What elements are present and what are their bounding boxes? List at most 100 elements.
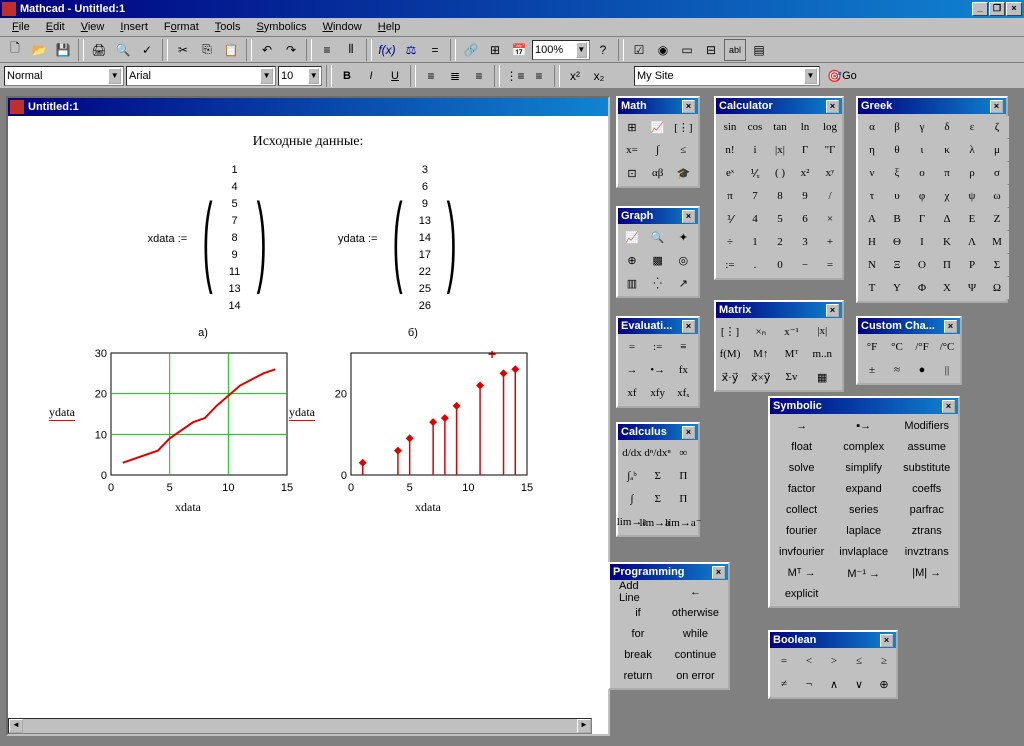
palette-button[interactable]: |x| bbox=[810, 320, 834, 342]
palette-button[interactable]: coeffs bbox=[896, 479, 957, 499]
palette-button[interactable]: ∫ₐᵇ bbox=[620, 465, 644, 487]
palette-button[interactable]: log bbox=[818, 116, 842, 138]
menu-view[interactable]: View bbox=[73, 19, 113, 35]
palette-button[interactable]: simplify bbox=[832, 458, 895, 478]
palette-button[interactable] bbox=[832, 584, 895, 604]
palette-button[interactable]: 3 bbox=[793, 231, 817, 253]
new-icon[interactable]: 🗋 bbox=[4, 39, 26, 61]
numbering-icon[interactable]: ≡ bbox=[528, 65, 550, 87]
palette-button[interactable]: eˣ bbox=[718, 162, 742, 184]
programming-icon[interactable]: ⊡ bbox=[620, 162, 644, 184]
close-icon[interactable]: × bbox=[682, 100, 695, 113]
close-icon[interactable]: × bbox=[942, 400, 955, 413]
palette-button[interactable]: ± bbox=[860, 359, 884, 381]
palette-button[interactable]: /°C bbox=[935, 336, 959, 358]
palette-button[interactable]: 0 bbox=[768, 254, 792, 276]
continue-button[interactable]: continue bbox=[665, 645, 726, 665]
palette-button[interactable]: = bbox=[620, 336, 644, 358]
palette-button[interactable]: ω bbox=[985, 185, 1009, 207]
palette-button[interactable]: κ bbox=[935, 139, 959, 161]
palette-button[interactable]: ι bbox=[910, 139, 934, 161]
palette-button[interactable]: M⁻¹ → bbox=[832, 563, 895, 583]
palette-button[interactable]: Ο bbox=[910, 254, 934, 276]
date-icon[interactable]: 📅 bbox=[508, 39, 530, 61]
menu-symbolics[interactable]: Symbolics bbox=[248, 19, 314, 35]
trace-icon[interactable]: ✦ bbox=[671, 226, 695, 248]
size-input[interactable] bbox=[281, 70, 308, 82]
palette-button[interactable]: ⅟ₓ bbox=[743, 162, 767, 184]
palette-button[interactable]: Σ bbox=[646, 488, 670, 510]
palette-button[interactable]: Ρ bbox=[960, 254, 984, 276]
align-right-icon[interactable]: ≡ bbox=[468, 65, 490, 87]
palette-button[interactable]: 8 bbox=[768, 185, 792, 207]
spellcheck-icon[interactable]: ✓ bbox=[136, 39, 158, 61]
palette-button[interactable]: Π bbox=[935, 254, 959, 276]
chevron-down-icon[interactable]: ▼ bbox=[108, 68, 121, 84]
close-icon[interactable]: × bbox=[682, 426, 695, 439]
palette-button[interactable]: β bbox=[885, 116, 909, 138]
greek-icon[interactable]: αβ bbox=[646, 162, 670, 184]
menu-tools[interactable]: Tools bbox=[207, 19, 249, 35]
font-combo[interactable]: ▼ bbox=[126, 66, 276, 86]
palette-button[interactable]: "Γ bbox=[818, 139, 842, 161]
scatter3d-icon[interactable]: ⁛ bbox=[646, 272, 670, 294]
palette-button[interactable]: solve bbox=[772, 458, 831, 478]
style-input[interactable] bbox=[7, 70, 108, 82]
redo-icon[interactable]: ↷ bbox=[280, 39, 302, 61]
menu-format[interactable]: Format bbox=[156, 19, 207, 35]
palette-button[interactable]: × bbox=[818, 208, 842, 230]
palette-button[interactable]: ∧ bbox=[822, 673, 846, 695]
palette-button[interactable]: → bbox=[620, 359, 644, 381]
palette-button[interactable]: |M| → bbox=[896, 563, 957, 583]
palette-button[interactable]: π bbox=[718, 185, 742, 207]
palette-button[interactable]: υ bbox=[885, 185, 909, 207]
palette-button[interactable]: xfₓ bbox=[671, 382, 695, 404]
palette-button[interactable]: d/dx bbox=[620, 442, 644, 464]
palette-button[interactable]: ∫ bbox=[620, 488, 644, 510]
chart-line[interactable]: 0510150102030 bbox=[83, 347, 293, 497]
palette-button[interactable]: ≤ bbox=[847, 650, 871, 672]
palette-button[interactable]: := bbox=[718, 254, 742, 276]
palette-button[interactable]: μ bbox=[985, 139, 1009, 161]
palette-button[interactable]: ⊕ bbox=[872, 673, 896, 695]
sub-icon[interactable]: x₂ bbox=[588, 65, 610, 87]
palette-button[interactable]: Σ bbox=[646, 465, 670, 487]
palette-button[interactable]: ≥ bbox=[872, 650, 896, 672]
chevron-down-icon[interactable]: ▼ bbox=[260, 68, 273, 84]
while-button[interactable]: while bbox=[665, 624, 726, 644]
chevron-down-icon[interactable]: ▼ bbox=[576, 42, 587, 58]
close-icon[interactable]: × bbox=[944, 320, 957, 333]
palette-button[interactable]: − bbox=[793, 254, 817, 276]
go-button[interactable]: 🎯Go bbox=[822, 65, 862, 87]
palette-button[interactable]: substitute bbox=[896, 458, 957, 478]
menu-help[interactable]: Help bbox=[370, 19, 409, 35]
mysite-combo[interactable]: ▼ bbox=[634, 66, 820, 86]
underline-button[interactable]: U bbox=[384, 65, 406, 87]
palette-button[interactable]: Μ bbox=[985, 231, 1009, 253]
palette-button[interactable]: lim→a⁻ bbox=[671, 511, 695, 533]
palette-button[interactable]: σ bbox=[985, 162, 1009, 184]
palette-button[interactable]: sin bbox=[718, 116, 742, 138]
palette-button[interactable]: complex bbox=[832, 437, 895, 457]
style-combo[interactable]: ▼ bbox=[4, 66, 124, 86]
palette-button[interactable]: xf bbox=[620, 382, 644, 404]
palette-button[interactable]: invztrans bbox=[896, 542, 957, 562]
palette-button[interactable]: Σv bbox=[780, 366, 804, 388]
palette-button[interactable]: Κ bbox=[935, 231, 959, 253]
palette-button[interactable]: ≈ bbox=[885, 359, 909, 381]
palette-button[interactable]: π bbox=[935, 162, 959, 184]
palette-button[interactable]: / bbox=[818, 185, 842, 207]
palette-button[interactable]: ≡ bbox=[671, 336, 695, 358]
palette-button[interactable]: Π bbox=[671, 465, 695, 487]
palette-button[interactable]: < bbox=[797, 650, 821, 672]
paste-icon[interactable]: 📋 bbox=[220, 39, 242, 61]
palette-button[interactable]: Mᵀ → bbox=[772, 563, 831, 583]
button-icon[interactable]: ▭ bbox=[676, 39, 698, 61]
palette-button[interactable]: °C bbox=[885, 336, 909, 358]
palette-button[interactable]: fx bbox=[671, 359, 695, 381]
palette-button[interactable]: 9 bbox=[793, 185, 817, 207]
palette-button[interactable]: Π bbox=[671, 488, 695, 510]
addline-button[interactable]: Add Line bbox=[612, 582, 664, 602]
zoom-icon[interactable]: 🔍 bbox=[646, 226, 670, 248]
palette-button[interactable]: 1 bbox=[743, 231, 767, 253]
